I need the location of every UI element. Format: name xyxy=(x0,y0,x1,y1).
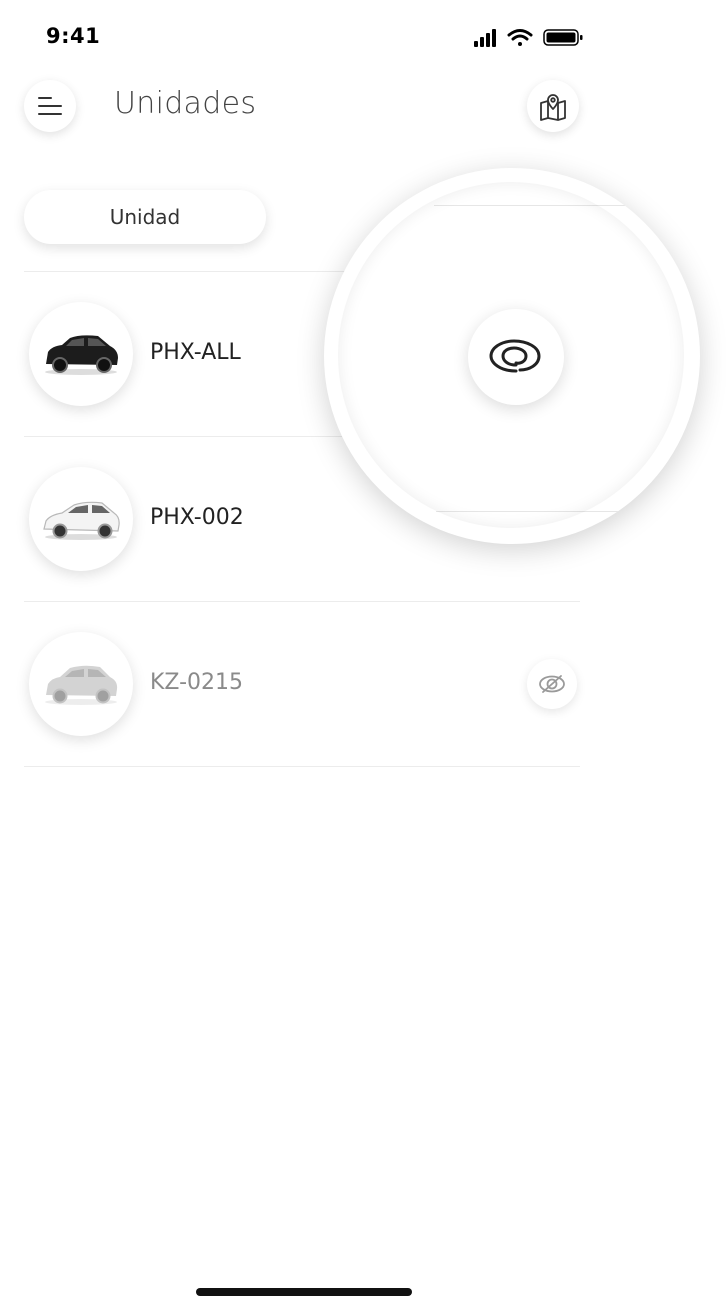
car-avatar xyxy=(29,302,133,406)
battery-icon xyxy=(543,29,583,46)
home-indicator xyxy=(196,1288,412,1296)
status-icons xyxy=(474,29,583,47)
visibility-toggle-button[interactable] xyxy=(527,659,577,709)
car-icon xyxy=(45,665,118,705)
signal-icon xyxy=(474,29,496,47)
wifi-icon xyxy=(507,29,533,46)
map-button[interactable] xyxy=(527,80,579,132)
divider xyxy=(24,766,580,767)
car-avatar xyxy=(29,632,133,736)
unit-plate: PHX-ALL xyxy=(150,340,241,365)
menu-icon xyxy=(38,97,62,115)
magnified-visibility-button[interactable] xyxy=(468,309,564,405)
unit-plate: PHX-002 xyxy=(150,505,244,530)
map-pin-icon xyxy=(540,94,566,121)
eye-toggle-icon xyxy=(489,339,541,373)
car-avatar xyxy=(29,467,133,571)
unit-row[interactable]: KZ-0215 xyxy=(24,602,580,766)
menu-button[interactable] xyxy=(24,80,76,132)
status-time: 9:41 xyxy=(46,24,101,48)
car-icon xyxy=(45,335,118,375)
eye-off-icon xyxy=(539,675,565,693)
unit-plate: KZ-0215 xyxy=(150,670,244,695)
magnifier-overlay xyxy=(324,168,700,544)
page-title: Unidades xyxy=(114,86,257,121)
car-icon xyxy=(43,501,120,540)
tab-unidad[interactable]: Unidad xyxy=(24,190,266,244)
